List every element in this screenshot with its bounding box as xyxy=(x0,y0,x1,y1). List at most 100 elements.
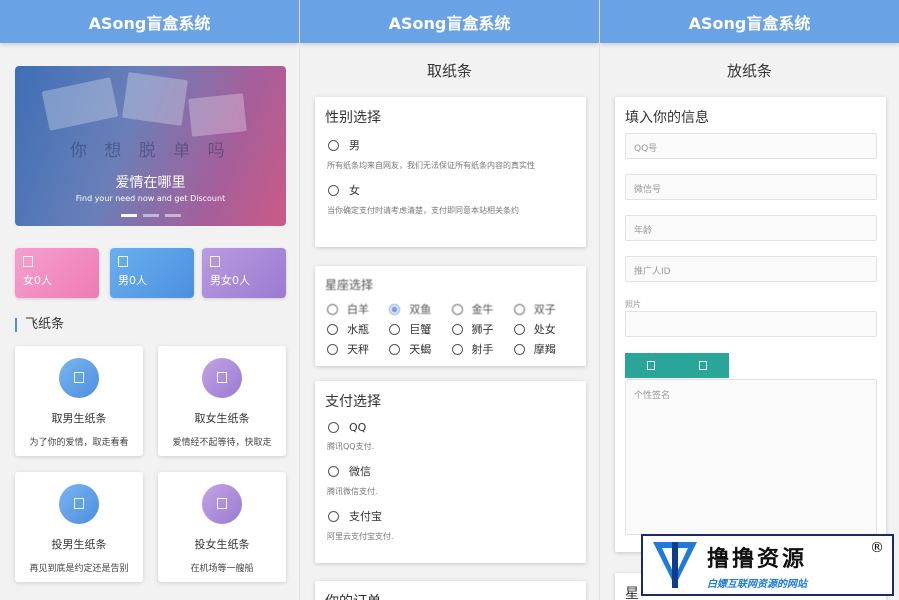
radio-button[interactable] xyxy=(451,343,463,355)
signature-textarea[interactable]: 个性签名 xyxy=(625,379,877,535)
option-note: 阿里云支付宝支付. xyxy=(327,532,394,541)
option-note: 当你确定支付时请考虑清楚，支付即同意本站相关条约 xyxy=(327,206,519,215)
radio-button[interactable] xyxy=(328,184,339,196)
female-icon xyxy=(217,372,227,383)
option-label: 白羊 xyxy=(347,303,369,316)
female-icon xyxy=(217,498,227,509)
option-label: 处女 xyxy=(533,323,556,336)
zodiac-option[interactable]: 摩羯 xyxy=(513,341,576,357)
photo-label: 照片 xyxy=(625,300,641,309)
pay-option-wechat[interactable]: 微信 xyxy=(315,463,586,479)
qq-input[interactable]: QQ号 xyxy=(625,133,877,159)
post-female-note-card[interactable]: 投女生纸条 在机场等一艘船 xyxy=(158,472,286,582)
app-title: ASong盲盒系统 xyxy=(388,13,511,33)
stat-male-count: 男0人 xyxy=(110,248,194,298)
age-input[interactable]: 年龄 xyxy=(625,215,877,241)
option-label: 摩羯 xyxy=(533,343,556,356)
card-desc: 爱情经不起等待，快取走 xyxy=(172,438,272,448)
radio-button[interactable] xyxy=(513,303,525,315)
zodiac-option[interactable]: 双鱼 xyxy=(389,301,451,317)
upload-icon xyxy=(647,361,655,370)
carousel-dot[interactable] xyxy=(120,214,137,217)
watermark-title: 撸撸资源 xyxy=(707,546,808,572)
option-label: 狮子 xyxy=(471,323,494,336)
card-title: 取男生纸条 xyxy=(51,412,107,425)
take-male-note-card[interactable]: 取男生纸条 为了你的爱情，取走看看 xyxy=(15,346,143,456)
option-note: 腾讯微信支付. xyxy=(327,487,378,496)
watermark-icon xyxy=(643,536,707,594)
submit-button[interactable] xyxy=(677,353,729,378)
zodiac-option[interactable]: 双子 xyxy=(513,301,576,317)
male-icon xyxy=(74,372,84,383)
option-label: 天秤 xyxy=(347,343,369,356)
gender-panel: 性别选择 男 所有纸条均来自网友，我们无法保证所有纸条内容的真实性 女 当你确定… xyxy=(315,97,586,247)
app-title: ASong盲盒系统 xyxy=(688,13,811,33)
upload-button[interactable] xyxy=(625,353,677,378)
card-icon-circle xyxy=(202,484,242,524)
pay-option-alipay[interactable]: 支付宝 xyxy=(315,508,586,524)
option-label: 微信 xyxy=(349,465,371,478)
submit-icon xyxy=(699,361,707,370)
radio-button[interactable] xyxy=(328,510,339,522)
radio-button[interactable] xyxy=(389,303,401,315)
order-panel: 你的订单 xyxy=(315,581,586,600)
banner-subtitle: Find your need now and get Discount xyxy=(75,194,226,203)
zodiac-option[interactable]: 天蝎 xyxy=(389,341,451,357)
gender-option-female[interactable]: 女 xyxy=(315,182,586,198)
payment-panel: 支付选择 QQ 腾讯QQ支付. 微信 腾讯微信支付. 支付宝 阿里云支付宝支付. xyxy=(315,381,586,563)
radio-button[interactable] xyxy=(389,343,401,355)
zodiac-panel: 星座选择 白羊 双鱼 金牛 双子 水瓶 巨蟹 狮子 处女 天秤 天蝎 射手 摩羯 xyxy=(315,266,586,366)
card-title: 投女生纸条 xyxy=(194,538,250,551)
post-male-note-card[interactable]: 投男生纸条 再见到底是约定还是告别 xyxy=(15,472,143,582)
zodiac-option[interactable]: 狮子 xyxy=(451,321,514,337)
banner-bg-text: 你 想 脱 单 吗 xyxy=(70,141,231,161)
radio-button[interactable] xyxy=(328,465,339,477)
option-label: 金牛 xyxy=(471,303,494,316)
carousel-dot[interactable] xyxy=(164,214,181,217)
wechat-input[interactable]: 微信号 xyxy=(625,174,877,200)
option-label: 双鱼 xyxy=(409,303,432,316)
app-header: ASong盲盒系统 xyxy=(0,0,299,43)
radio-button[interactable] xyxy=(451,303,463,315)
photo-input[interactable] xyxy=(625,311,877,337)
zodiac-option[interactable]: 巨蟹 xyxy=(389,321,451,337)
card-desc: 再见到底是约定还是告别 xyxy=(29,564,129,574)
zodiac-option[interactable]: 处女 xyxy=(513,321,576,337)
radio-button[interactable] xyxy=(328,139,339,151)
option-label: 女 xyxy=(349,184,360,197)
radio-button[interactable] xyxy=(327,303,338,315)
card-desc: 为了你的爱情，取走看看 xyxy=(29,438,129,448)
zodiac-option[interactable]: 白羊 xyxy=(327,301,389,317)
radio-button[interactable] xyxy=(327,323,338,335)
male-icon xyxy=(74,498,84,509)
registered-mark: ® xyxy=(870,540,884,556)
pay-option-qq[interactable]: QQ xyxy=(315,421,586,434)
option-note: 腾讯QQ支付. xyxy=(327,442,375,451)
option-label: 射手 xyxy=(471,343,494,356)
zodiac-option[interactable]: 射手 xyxy=(451,341,514,357)
referrer-id-input[interactable]: 推广人ID xyxy=(625,256,877,282)
stat-label: 男女0人 xyxy=(210,274,250,287)
hero-banner[interactable]: 你 想 脱 单 吗 爱情在哪里 Find your need now and g… xyxy=(15,66,286,226)
card-icon-circle xyxy=(59,358,99,398)
stat-total-count: 男女0人 xyxy=(202,248,286,298)
zodiac-option[interactable]: 天秤 xyxy=(327,341,389,357)
radio-button[interactable] xyxy=(513,343,525,355)
radio-button[interactable] xyxy=(513,323,525,335)
zodiac-option[interactable]: 水瓶 xyxy=(327,321,389,337)
page-title: 取纸条 xyxy=(426,62,472,80)
carousel-dot[interactable] xyxy=(142,214,159,217)
radio-button[interactable] xyxy=(451,323,463,335)
zodiac-option[interactable]: 金牛 xyxy=(451,301,514,317)
take-female-note-card[interactable]: 取女生纸条 爱情经不起等待，快取走 xyxy=(158,346,286,456)
radio-button[interactable] xyxy=(327,343,338,355)
panel-title: 你的订单 xyxy=(315,581,586,600)
page-title: 放纸条 xyxy=(726,62,772,80)
gender-option-male[interactable]: 男 xyxy=(315,137,586,153)
app-header: ASong盲盒系统 xyxy=(300,0,599,43)
radio-button[interactable] xyxy=(389,323,401,335)
option-label: QQ xyxy=(349,421,367,434)
radio-button[interactable] xyxy=(328,422,339,433)
panel-title: 支付选择 xyxy=(325,394,381,410)
users-icon xyxy=(210,256,220,267)
